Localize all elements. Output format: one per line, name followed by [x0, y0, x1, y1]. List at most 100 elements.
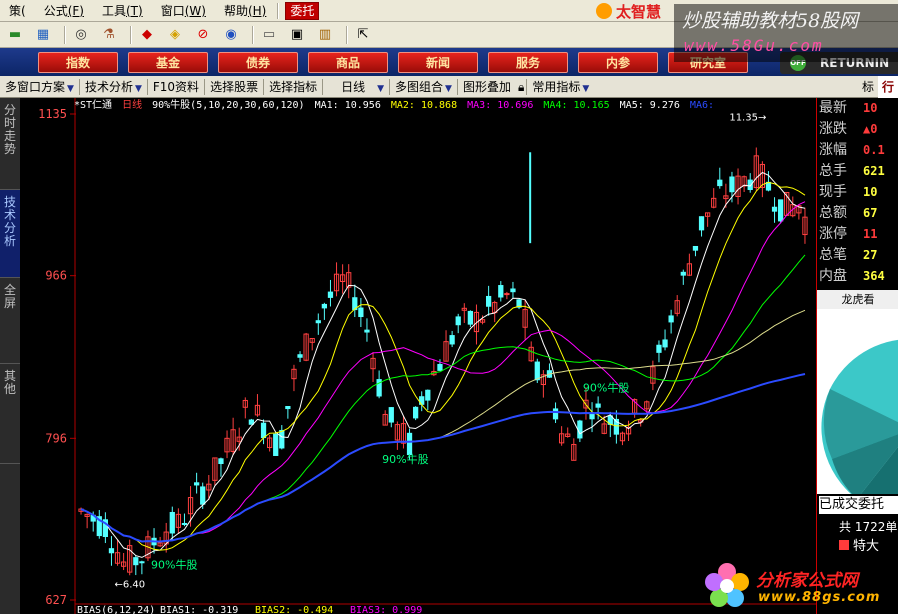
- signal-annotation: 90%牛股: [583, 380, 629, 394]
- dropdown-arrow-icon: ▼: [377, 83, 385, 94]
- candle-body: [218, 458, 224, 465]
- quote-value: 10: [863, 101, 878, 115]
- watermark-line2: www.58Gu.com: [684, 36, 824, 55]
- order-pie-svg: [821, 339, 898, 494]
- menu-strategy[interactable]: 策(: [0, 0, 35, 22]
- flag-icon[interactable]: ▬: [4, 25, 26, 45]
- legend-ma3: MA3: 10.696: [467, 100, 534, 111]
- window-icon[interactable]: ▭: [258, 25, 280, 45]
- candle-body: [279, 429, 285, 449]
- vtab-intraday[interactable]: 分时走势: [0, 98, 20, 190]
- book-icon[interactable]: ▥: [314, 25, 336, 45]
- ribbon-commodity-button[interactable]: 商品: [308, 51, 388, 73]
- candle-body: [285, 406, 291, 410]
- vtab-fullscreen[interactable]: 全屏: [0, 278, 20, 364]
- brand-name: 太智慧: [616, 2, 662, 21]
- no-entry-icon[interactable]: ⊘: [192, 25, 214, 45]
- menu-separator: [277, 2, 280, 19]
- candle-body: [315, 320, 321, 324]
- vtab-other-label: 其他: [3, 369, 16, 396]
- vtab-tech-analysis[interactable]: 技术分析: [0, 190, 20, 278]
- vtab-intraday-label: 分时走势: [3, 103, 16, 156]
- function-bar: 多窗口方案 ▼ 技术分析 ▼ F10资料 选择股票 选择指标 日线 ▼ 多图组合 ▼ 图…: [0, 75, 898, 98]
- quote-row: 内盘 364: [817, 266, 898, 287]
- tab-indicator[interactable]: 标: [858, 76, 878, 98]
- dragon-tiger-title[interactable]: 龙虎看: [817, 290, 898, 309]
- func-period[interactable]: 日线 ▼: [323, 76, 389, 98]
- candle-body: [406, 432, 413, 456]
- kline-chart[interactable]: 1135 966 796 627 90%牛股 90%牛股 90%牛股 ←6.40 11.35→ B…: [20, 98, 816, 614]
- filter-icon[interactable]: ⚗: [98, 25, 120, 45]
- candle-body: [260, 422, 267, 439]
- candle-body: [510, 288, 516, 293]
- candle-body: [589, 412, 595, 420]
- binoculars-icon[interactable]: ◎: [70, 25, 92, 45]
- ribbon-service-button[interactable]: 服务: [488, 51, 568, 73]
- candle-body: [498, 285, 504, 298]
- legend-swatch: [839, 540, 849, 550]
- signal-annotation: 90%牛股: [151, 557, 197, 571]
- lock-icon[interactable]: 🔒︎: [516, 76, 526, 98]
- candle-body: [467, 310, 474, 325]
- func-overlay[interactable]: 图形叠加: [458, 76, 516, 98]
- func-select-indicator[interactable]: 选择指标: [264, 76, 322, 98]
- filled-orders-label: 已成交委托: [819, 496, 898, 514]
- ribbon-index-button[interactable]: 指数: [38, 51, 118, 73]
- vtab-other[interactable]: 其他: [0, 364, 20, 464]
- dropdown-arrow-icon: ▼: [134, 83, 142, 94]
- trading-app-window: 策( 公式(F) 工具(T) 窗口(W) 帮助(H) 委托 太智慧 ▬ ▦ ◎ …: [0, 0, 898, 614]
- bias2-value: BIAS2: -0.494: [255, 605, 333, 614]
- candle-spike: [529, 152, 532, 244]
- quote-value: 27: [863, 248, 878, 262]
- large-orders-label: 特大: [853, 539, 880, 554]
- candle-body: [577, 420, 583, 439]
- candle-body: [388, 407, 394, 423]
- menu-strategy-label: 策(: [9, 3, 26, 18]
- grid-icon[interactable]: ▦: [32, 25, 54, 45]
- func-select-stock[interactable]: 选择股票: [205, 76, 263, 98]
- layout-icon[interactable]: ▣: [286, 25, 308, 45]
- watermark-bottom-line1: 分析家公式网: [756, 571, 858, 591]
- candle-body: [425, 389, 431, 401]
- ma2-line: [80, 181, 806, 551]
- func-common-indicators[interactable]: 常用指标 ▼: [527, 76, 594, 98]
- menu-help[interactable]: 帮助(H): [215, 0, 275, 22]
- menu-window[interactable]: 窗口(W): [152, 0, 215, 22]
- menu-tools[interactable]: 工具(T): [93, 0, 152, 22]
- ribbon-fund-button[interactable]: 基金: [128, 51, 208, 73]
- candle-body: [698, 216, 705, 231]
- func-period-label: 日线: [341, 79, 366, 94]
- menu-formula[interactable]: 公式(F): [35, 0, 93, 22]
- legend-stock: *ST仁通: [74, 100, 113, 111]
- dropdown-arrow-icon: ▼: [445, 83, 452, 94]
- candle-body: [485, 295, 492, 307]
- ribbon-insider-button[interactable]: 内参: [578, 51, 658, 73]
- toolbar-divider: [130, 25, 132, 44]
- weituo-button[interactable]: 委托: [285, 1, 320, 20]
- ribbon-bond-button[interactable]: 债券: [218, 51, 298, 73]
- func-f10[interactable]: F10资料: [148, 76, 204, 98]
- ma5-line: [80, 309, 806, 543]
- vtab-tech-label: 技术分析: [3, 195, 16, 248]
- quote-label: 现手: [819, 184, 847, 200]
- candle-body: [321, 303, 328, 309]
- help-pointer-icon[interactable]: ⇱: [352, 25, 374, 45]
- bias1-value: BIAS1: -0.319: [160, 605, 238, 614]
- quote-label: 涨幅: [819, 142, 847, 158]
- func-multiwindow[interactable]: 多窗口方案 ▼: [0, 76, 79, 98]
- quote-row: 涨幅 0.1: [817, 140, 898, 161]
- candle-body: [680, 271, 686, 276]
- globe-icon[interactable]: ◉: [220, 25, 242, 45]
- ribbon-news-button[interactable]: 新闻: [398, 51, 478, 73]
- warning-icon[interactable]: ◈: [164, 25, 186, 45]
- tab-quote[interactable]: 行: [877, 75, 898, 98]
- toolbar-divider: [346, 25, 348, 44]
- candle-body: [327, 291, 334, 298]
- menu-formula-key: (F): [67, 3, 84, 18]
- tag-icon[interactable]: ◆: [136, 25, 158, 45]
- func-tech-analysis[interactable]: 技术分析 ▼: [80, 76, 147, 98]
- candle-body: [771, 206, 778, 212]
- candle-body: [364, 329, 370, 333]
- func-multi-chart[interactable]: 多图组合 ▼: [390, 76, 457, 98]
- ma1-line: [80, 171, 806, 558]
